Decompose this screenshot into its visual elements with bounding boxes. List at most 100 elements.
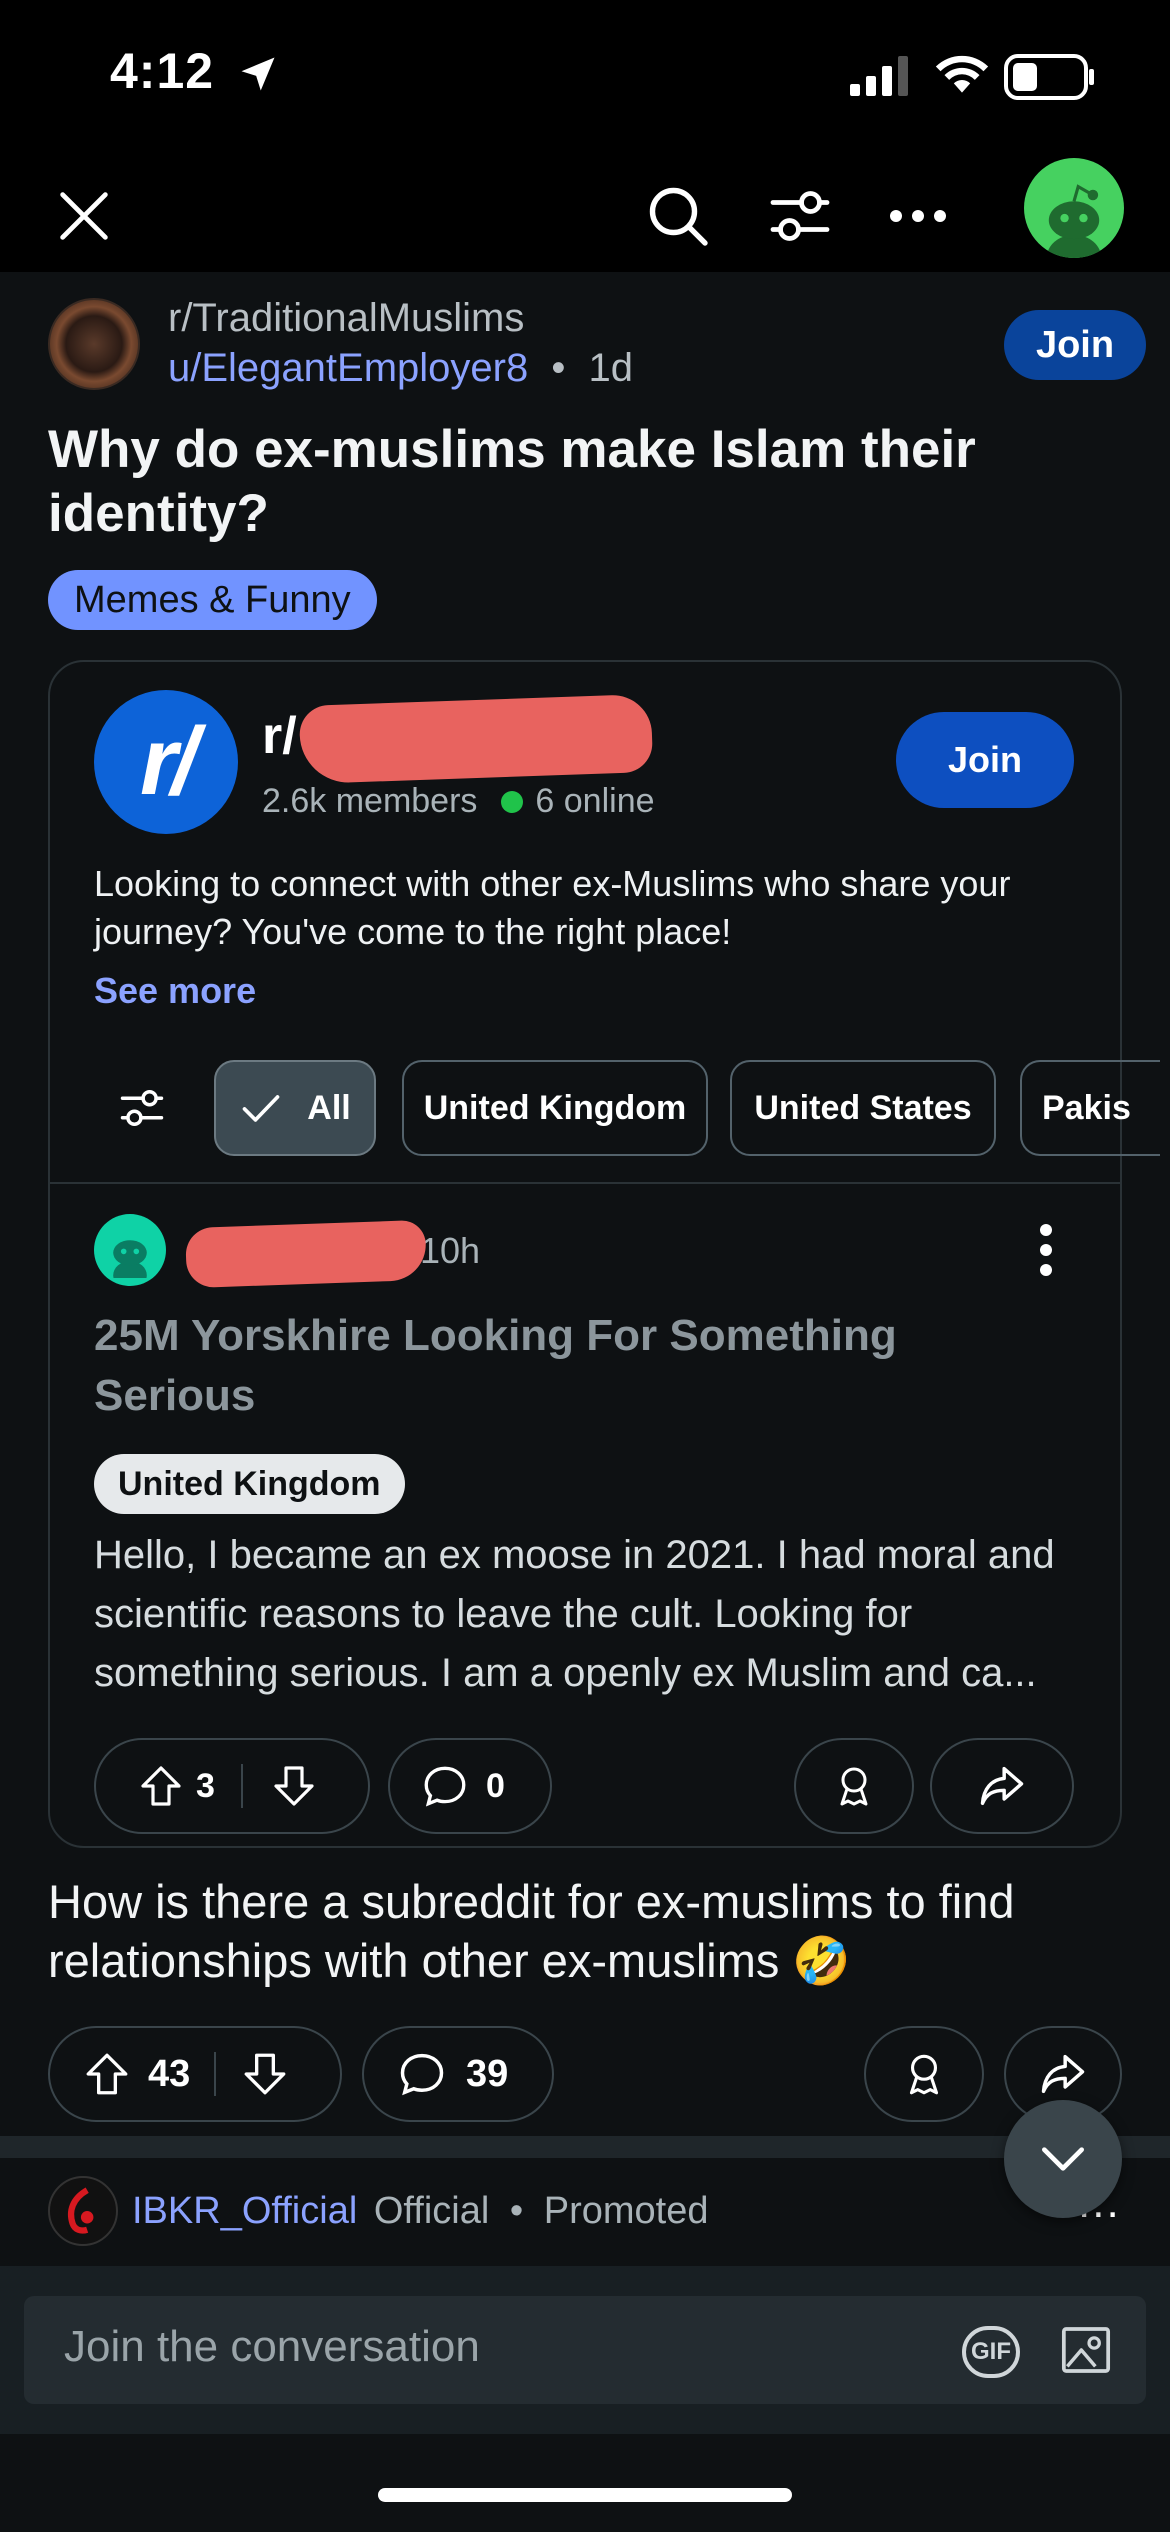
see-more-link[interactable]: See more xyxy=(94,970,256,1012)
post-title: Why do ex-muslims make Islam their ident… xyxy=(48,420,976,543)
join-subreddit-button[interactable]: Join xyxy=(1004,310,1146,380)
inner-post-menu-button[interactable] xyxy=(1016,1220,1076,1280)
inner-vote-control: 3 xyxy=(94,1738,370,1834)
vote-divider xyxy=(214,2052,217,2096)
post-award-button[interactable] xyxy=(864,2026,984,2122)
section-divider xyxy=(0,2136,1170,2158)
ibkr-logo-icon xyxy=(67,2187,94,2234)
inner-comments-button[interactable]: 0 xyxy=(388,1738,552,1834)
post-age: 1d xyxy=(588,346,633,390)
inner-post-flair[interactable]: United Kingdom xyxy=(94,1454,405,1514)
inner-vote-count: 3 xyxy=(196,1766,215,1805)
post-vote-count: 43 xyxy=(148,2052,191,2095)
filter-chip-pakistan[interactable]: Pakis xyxy=(1020,1060,1160,1156)
online-indicator xyxy=(501,790,524,813)
card-divider xyxy=(50,1182,1120,1184)
subreddit-avatar[interactable] xyxy=(48,298,140,390)
scroll-down-button[interactable] xyxy=(1004,2100,1122,2218)
upvote-arrow-icon xyxy=(141,1766,181,1806)
home-indicator[interactable] xyxy=(378,2488,792,2502)
post-meta: u/ElegantEmployer8 • 1d xyxy=(168,346,633,391)
post-body: How is there a subreddit for ex-muslims … xyxy=(48,1875,1015,1987)
gif-button[interactable]: GIF xyxy=(962,2326,1020,2378)
post-upvote-button[interactable] xyxy=(64,2028,150,2120)
filter-chip-label: Pakis xyxy=(1042,1088,1131,1127)
award-icon xyxy=(909,2054,939,2095)
image-icon xyxy=(1061,2327,1111,2373)
sort-filter-button[interactable] xyxy=(752,168,848,264)
official-label: Official xyxy=(373,2190,490,2232)
filter-chip-united-states[interactable]: United States xyxy=(730,1060,996,1156)
redaction-mark xyxy=(298,693,654,785)
filter-settings-button[interactable] xyxy=(108,1074,176,1142)
advertiser-name[interactable]: IBKR_Official xyxy=(132,2190,357,2232)
post-comments-button[interactable]: 39 xyxy=(362,2026,554,2122)
more-options-button[interactable] xyxy=(870,168,966,264)
close-button[interactable] xyxy=(40,172,128,260)
meta-separator: • xyxy=(551,346,566,390)
inner-downvote-button[interactable] xyxy=(251,1740,337,1832)
inner-post-body[interactable]: Hello, I became an ex moose in 2021. I h… xyxy=(94,1526,1084,1703)
sliders-icon xyxy=(770,191,830,241)
share-arrow-icon xyxy=(980,1766,1024,1806)
downvote-arrow-icon xyxy=(274,1766,314,1806)
inner-upvote-button[interactable] xyxy=(118,1740,204,1832)
post-comment-count: 39 xyxy=(466,2052,509,2095)
filter-chip-label: All xyxy=(307,1088,351,1127)
embedded-community-logo[interactable]: r/ xyxy=(94,690,238,834)
inner-post-title[interactable]: 25M Yorskhire Looking For Something Seri… xyxy=(94,1306,1044,1426)
check-icon xyxy=(242,1095,280,1122)
status-time: 4:12 xyxy=(110,43,215,99)
snoo-avatar-icon xyxy=(113,1240,147,1278)
downvote-arrow-icon xyxy=(244,2053,286,2095)
join-embedded-community-button[interactable]: Join xyxy=(896,712,1074,808)
filter-chip-label: United States xyxy=(754,1088,972,1127)
promoted-label: Promoted xyxy=(543,2190,709,2232)
search-button[interactable] xyxy=(630,168,726,264)
upvote-arrow-icon xyxy=(86,2053,128,2095)
search-icon xyxy=(649,187,708,246)
author-link[interactable]: u/ElegantEmployer8 xyxy=(168,346,528,390)
post-flair[interactable]: Memes & Funny xyxy=(48,570,377,630)
inner-author-avatar[interactable] xyxy=(94,1214,166,1286)
home-indicator-area xyxy=(0,2434,1170,2532)
redaction-mark xyxy=(185,1219,427,1289)
filter-chip-all[interactable]: All xyxy=(214,1060,376,1156)
embedded-community-name[interactable]: r/ xyxy=(262,706,297,766)
inner-share-button[interactable] xyxy=(930,1738,1074,1834)
user-avatar[interactable] xyxy=(1024,158,1124,258)
sliders-icon xyxy=(120,1090,164,1126)
subreddit-name[interactable]: r/TraditionalMuslims xyxy=(168,296,524,341)
embedded-community-description: Looking to connect with other ex-Muslims… xyxy=(94,863,1011,952)
post-downvote-button[interactable] xyxy=(222,2028,308,2120)
filter-chip-united-kingdom[interactable]: United Kingdom xyxy=(402,1060,708,1156)
inner-post-age: 10h xyxy=(420,1230,481,1271)
snoo-avatar-icon xyxy=(1046,184,1102,258)
cellular-signal-icon xyxy=(850,56,908,96)
award-icon xyxy=(840,1767,868,1806)
share-arrow-icon xyxy=(1041,2054,1085,2094)
online-count: 6 online xyxy=(535,782,655,820)
chevron-down-icon xyxy=(1042,2147,1084,2171)
filter-chip-row: All United Kingdom United States Pakis xyxy=(48,1060,1160,1160)
location-arrow-icon xyxy=(241,57,275,91)
inner-award-button[interactable] xyxy=(794,1738,914,1834)
image-upload-button[interactable] xyxy=(1058,2322,1114,2378)
top-nav xyxy=(0,160,1170,272)
close-icon xyxy=(60,192,108,240)
post-vote-control: 43 xyxy=(48,2026,342,2122)
battery-icon xyxy=(1004,54,1094,100)
more-horizontal-icon xyxy=(890,210,946,222)
comment-bubble-icon xyxy=(400,2053,444,2096)
vote-divider xyxy=(240,1764,243,1808)
wifi-icon xyxy=(935,55,989,93)
member-count: 2.6k members xyxy=(262,782,478,820)
meta-separator: • xyxy=(509,2190,524,2232)
more-vertical-icon xyxy=(1040,1224,1052,1276)
promoted-post-header: IBKR_Official Official • Promoted xyxy=(132,2190,708,2233)
embedded-community-stats: 2.6k members 6 online xyxy=(262,782,655,821)
filter-chip-label: United Kingdom xyxy=(423,1088,687,1127)
advertiser-avatar[interactable] xyxy=(48,2176,118,2246)
comment-input-placeholder[interactable]: Join the conversation xyxy=(64,2322,480,2372)
comment-bubble-icon xyxy=(424,1766,466,1807)
